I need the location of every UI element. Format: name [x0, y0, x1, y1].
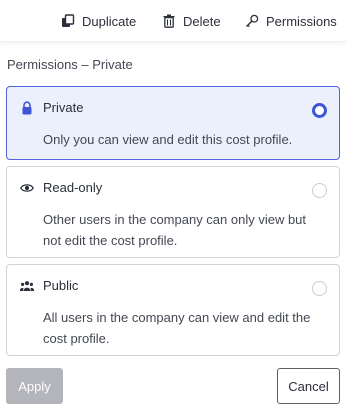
delete-label: Delete	[183, 13, 221, 29]
option-private-description: Only you can view and edit this cost pro…	[43, 132, 293, 147]
option-read-only[interactable]: Read-only Other users in the company can…	[6, 166, 340, 258]
permissions-button[interactable]: Permissions	[245, 10, 337, 32]
eye-icon	[20, 181, 34, 195]
option-public-radio[interactable]	[312, 281, 327, 296]
permissions-label: Permissions	[266, 13, 337, 29]
trash-icon	[162, 14, 176, 28]
duplicate-button[interactable]: Duplicate	[61, 10, 136, 32]
option-public[interactable]: Public All users in the company can view…	[6, 264, 340, 356]
panel-title: Permissions – Private	[7, 57, 133, 72]
option-read-only-description: Other users in the company can only view…	[43, 212, 307, 248]
option-read-only-label: Read-only	[43, 180, 103, 195]
option-read-only-radio[interactable]	[312, 183, 327, 198]
lock-icon	[20, 101, 34, 115]
copy-icon	[61, 14, 75, 28]
cancel-button[interactable]: Cancel	[277, 368, 340, 404]
option-private-radio[interactable]	[312, 103, 327, 118]
delete-button[interactable]: Delete	[162, 10, 221, 32]
option-private-label: Private	[43, 100, 84, 115]
key-icon	[245, 14, 259, 28]
option-private[interactable]: Private Only you can view and edit this …	[6, 86, 340, 160]
apply-button[interactable]: Apply	[6, 368, 63, 404]
option-public-description: All users in the company can view and ed…	[43, 310, 311, 346]
toolbar: Duplicate Delete Permissions	[0, 0, 346, 42]
duplicate-label: Duplicate	[82, 13, 137, 29]
option-public-label: Public	[43, 278, 79, 293]
people-icon	[20, 279, 34, 293]
